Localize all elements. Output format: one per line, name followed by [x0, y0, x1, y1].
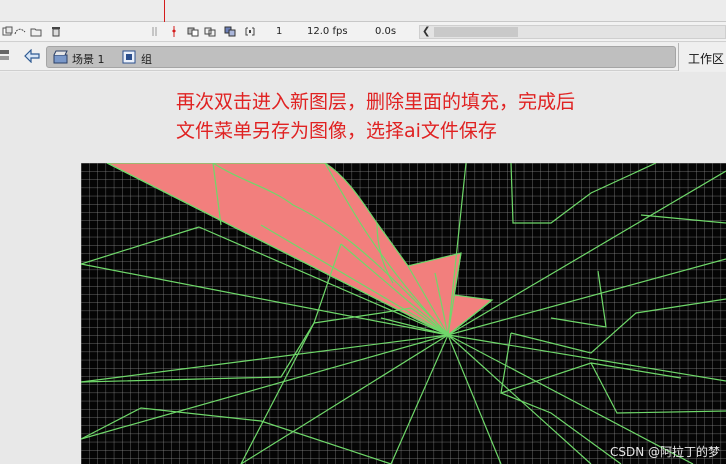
current-frame: 1 — [276, 26, 283, 37]
group-icon — [122, 50, 136, 64]
add-layer-icon[interactable] — [2, 26, 14, 37]
scrollbar-thumb[interactable] — [434, 27, 518, 37]
scene-clapper-icon — [53, 50, 68, 64]
new-folder-icon[interactable] — [30, 26, 42, 37]
modify-onion-markers-icon[interactable] — [244, 26, 256, 37]
center-frame-icon[interactable] — [168, 26, 180, 37]
frame-rate[interactable]: 12.0 fps — [307, 26, 348, 37]
playhead[interactable] — [164, 0, 165, 22]
breadcrumb-scene[interactable]: 场景 1 — [72, 51, 105, 67]
timeline-panel[interactable] — [0, 0, 726, 22]
artwork-canvas[interactable]: CSDN @阿拉丁的梦 — [81, 163, 726, 464]
back-arrow-icon[interactable] — [24, 49, 40, 63]
onion-skin-icon[interactable] — [187, 26, 199, 37]
timeline-horizontal-scrollbar[interactable]: ❮ — [419, 25, 726, 39]
scroll-left-icon[interactable]: ❮ — [422, 26, 430, 37]
breadcrumb-group[interactable]: 组 — [141, 51, 152, 67]
stage-area[interactable]: 再次双击进入新图层，删除里面的填充，完成后 文件菜单另存为图像，选择ai文件保存 — [0, 72, 726, 464]
watermark: CSDN @阿拉丁的梦 — [609, 445, 720, 459]
flash-editor-window: 1 12.0 fps 0.0s ❮ 场景 1 组 工作区 再次双击进入新图层，删… — [0, 0, 726, 464]
workspace-label: 工作区 — [688, 52, 725, 66]
grid-overlay — [81, 163, 726, 464]
annotation-line-2: 文件菜单另存为图像，选择ai文件保存 — [176, 120, 497, 142]
edit-multiple-frames-icon[interactable] — [224, 26, 236, 37]
annotation-line-1: 再次双击进入新图层，删除里面的填充，完成后 — [176, 91, 576, 113]
onion-skin-outlines-icon[interactable] — [204, 26, 216, 37]
scroll-grip-icon — [152, 27, 157, 36]
artwork-svg[interactable] — [81, 163, 726, 464]
edit-bar: 场景 1 组 工作区 — [0, 43, 726, 71]
workspace-menu[interactable]: 工作区 — [678, 43, 726, 71]
elapsed-time: 0.0s — [375, 26, 397, 37]
add-motion-guide-icon[interactable] — [14, 26, 26, 37]
delete-layer-icon[interactable] — [50, 26, 62, 37]
timeline-toggle-icon[interactable] — [0, 49, 10, 63]
timeline-status-bar: 1 12.0 fps 0.0s ❮ — [0, 22, 726, 42]
breadcrumb: 场景 1 组 — [46, 46, 676, 68]
